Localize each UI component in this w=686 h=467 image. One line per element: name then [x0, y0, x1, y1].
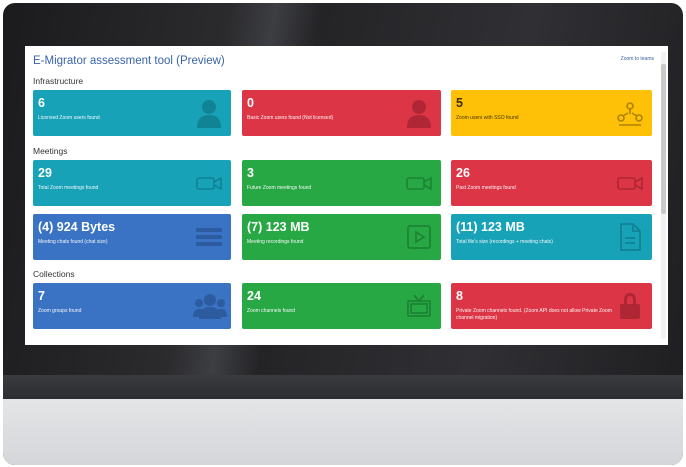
card-value: 29 — [38, 166, 52, 180]
card-value: 6 — [38, 96, 45, 110]
user-icon — [195, 98, 223, 128]
user-icon — [405, 98, 433, 128]
lock-icon — [616, 291, 644, 321]
card-value: (4) 924 Bytes — [38, 220, 116, 234]
card-total-meetings[interactable]: 29 Total Zoom meetings found — [33, 160, 231, 206]
video-camera-icon — [195, 168, 223, 198]
file-icon — [616, 222, 644, 252]
card-private-channels[interactable]: 8 Private Zoom channels found. (Zoom API… — [451, 283, 652, 329]
card-label: Zoom channels found — [247, 308, 296, 314]
card-value: 5 — [456, 96, 463, 110]
card-label: Future Zoom meetings found — [247, 185, 312, 191]
card-label: Total file's size (recordings + meeting … — [456, 239, 553, 245]
zoom-to-teams-link[interactable]: Zoom to teams — [621, 56, 654, 62]
users-icon — [193, 291, 227, 321]
card-label: Meeting chats found (chat size) — [38, 239, 108, 245]
card-value: 0 — [247, 96, 254, 110]
card-value: 24 — [247, 289, 261, 303]
monitor-chin — [3, 375, 683, 465]
card-label: Basic Zoom users found (Not licensed) — [247, 115, 334, 121]
card-value: 7 — [38, 289, 45, 303]
card-value: 3 — [247, 166, 254, 180]
card-value: 26 — [456, 166, 470, 180]
vertical-scrollbar[interactable] — [661, 52, 666, 339]
card-meeting-chats[interactable]: (4) 924 Bytes Meeting chats found (chat … — [33, 214, 231, 260]
chat-lines-icon — [195, 222, 223, 252]
network-icon — [616, 98, 644, 128]
card-label: Zoom groups found — [38, 308, 82, 314]
card-licensed-users[interactable]: 6 Licensed Zoom users found — [33, 90, 231, 136]
tv-icon — [405, 291, 433, 321]
card-future-meetings[interactable]: 3 Future Zoom meetings found — [242, 160, 441, 206]
card-zoom-groups[interactable]: 7 Zoom groups found — [33, 283, 231, 329]
section-collections: Collections — [33, 269, 75, 279]
monitor-frame: E-Migrator assessment tool (Preview) Zoo… — [3, 3, 683, 465]
video-camera-icon — [616, 168, 644, 198]
card-value: 8 — [456, 289, 463, 303]
card-past-meetings[interactable]: 26 Past Zoom meetings found — [451, 160, 652, 206]
card-label: Past Zoom meetings found — [456, 185, 516, 191]
card-label: Private Zoom channels found. (Zoom API d… — [456, 308, 612, 321]
card-total-files[interactable]: (11) 123 MB Total file's size (recording… — [451, 214, 652, 260]
section-infrastructure: Infrastructure — [33, 76, 84, 86]
card-label: Total Zoom meetings found — [38, 185, 99, 191]
card-zoom-channels[interactable]: 24 Zoom channels found — [242, 283, 441, 329]
video-camera-icon — [405, 168, 433, 198]
card-label: Meeting recordings found — [247, 239, 304, 245]
card-label: Zoom users with SSO found — [456, 115, 519, 121]
page-title: E-Migrator assessment tool (Preview) — [33, 55, 225, 67]
card-value: (7) 123 MB — [247, 220, 310, 234]
play-icon — [405, 222, 433, 252]
card-value: (11) 123 MB — [456, 220, 525, 234]
card-meeting-recordings[interactable]: (7) 123 MB Meeting recordings found — [242, 214, 441, 260]
card-label: Licensed Zoom users found — [38, 115, 100, 121]
card-sso-users[interactable]: 5 Zoom users with SSO found — [451, 90, 652, 136]
scrollbar-thumb[interactable] — [661, 64, 666, 214]
section-meetings: Meetings — [33, 146, 68, 156]
app-screen: E-Migrator assessment tool (Preview) Zoo… — [25, 46, 668, 345]
card-basic-users[interactable]: 0 Basic Zoom users found (Not licensed) — [242, 90, 441, 136]
